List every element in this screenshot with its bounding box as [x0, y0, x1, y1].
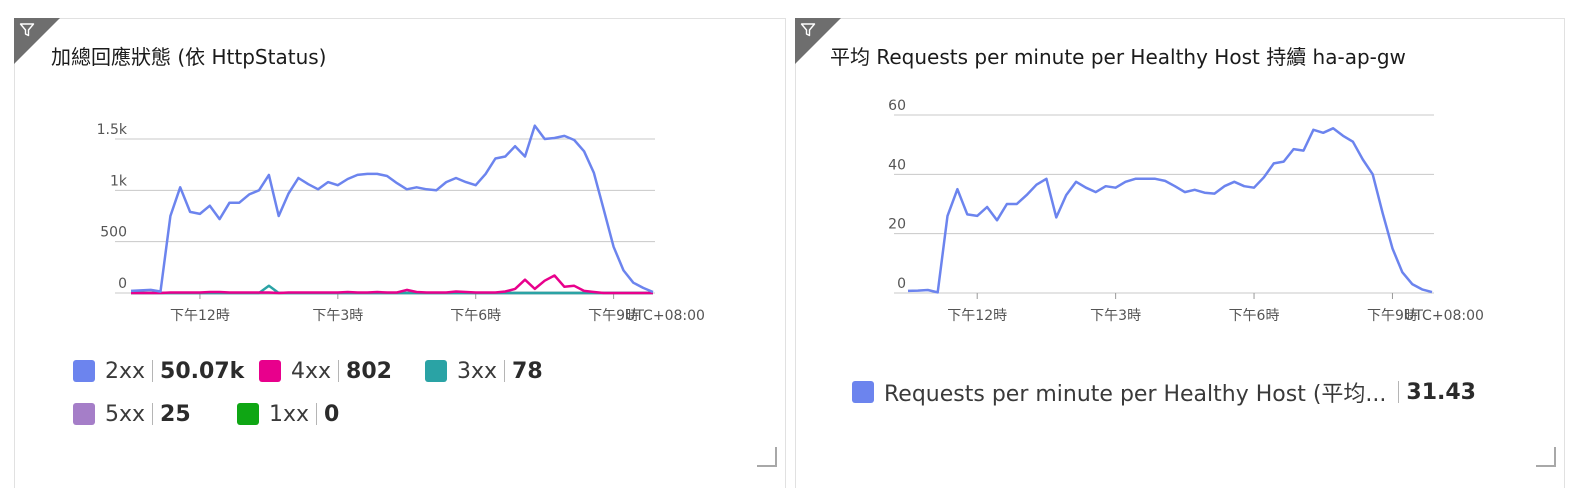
- legend-item-3xx[interactable]: 3xx 78: [425, 356, 543, 386]
- legend-swatch: [237, 403, 259, 425]
- x-tick-label: 下午6時: [450, 308, 501, 324]
- y-tick-label: 0: [897, 276, 906, 292]
- resize-handle-icon[interactable]: [757, 447, 777, 467]
- y-tick-label: 20: [888, 217, 906, 233]
- legend-swatch: [73, 360, 95, 382]
- x-tick-label: 下午12時: [947, 308, 1007, 324]
- legend-swatch: [259, 360, 281, 382]
- legend-item-5xx[interactable]: 5xx 25: [73, 399, 191, 429]
- legend-swatch: [852, 381, 874, 403]
- response-status-chart[interactable]: 05001k1.5k下午12時 下午3時 下午6時 下午9時UTC+08:00: [15, 19, 787, 349]
- legend-name: 3xx: [457, 358, 498, 384]
- y-tick-label: 60: [888, 98, 906, 114]
- legend-separator: [1398, 381, 1400, 403]
- legend-separator: [152, 403, 154, 425]
- legend-item-requests-per-host[interactable]: Requests per minute per Healthy Host (平均…: [852, 377, 1476, 407]
- legend-value: 0: [324, 401, 340, 427]
- legend-name: 2xx: [105, 358, 146, 384]
- legend-name: 4xx: [291, 358, 332, 384]
- legend-value: 802: [346, 358, 392, 384]
- legend-value: 25: [160, 401, 191, 427]
- requests-per-host-chart[interactable]: 0204060下午12時 下午3時 下午6時 下午9時UTC+08:00: [796, 19, 1566, 349]
- resize-handle-icon[interactable]: [1536, 447, 1556, 467]
- legend-swatch: [425, 360, 447, 382]
- y-tick-label: 500: [100, 225, 127, 241]
- legend-swatch: [73, 403, 95, 425]
- series-line-4xx[interactable]: [131, 274, 653, 295]
- x-tick-label: 下午12時: [170, 308, 230, 324]
- series-line-2xx[interactable]: [130, 124, 654, 294]
- y-tick-label: 1.5k: [97, 122, 128, 138]
- timezone-label: UTC+08:00: [1404, 308, 1484, 324]
- legend-value: 50.07k: [160, 358, 245, 384]
- x-tick-label: 下午3時: [1090, 308, 1141, 324]
- legend-item-1xx[interactable]: 1xx 0: [237, 399, 339, 429]
- y-tick-label: 40: [888, 157, 906, 173]
- response-status-tile[interactable]: 加總回應狀態 (依 HttpStatus) 0 500 1k 1.5k 下午12時 下午3…: [14, 18, 786, 488]
- legend-name: 1xx: [269, 401, 310, 427]
- legend-name: 5xx: [105, 401, 146, 427]
- legend-separator: [316, 403, 318, 425]
- y-tick-label: 1k: [110, 173, 128, 189]
- timezone-label: UTC+08:00: [625, 308, 705, 324]
- legend-value: 31.43: [1406, 379, 1476, 405]
- legend-separator: [152, 360, 154, 382]
- legend-item-4xx[interactable]: 4xx 802: [259, 356, 392, 386]
- series-line-requests-per-minute-per-healthy-host-[interactable]: [907, 127, 1433, 294]
- requests-per-host-tile[interactable]: 平均 Requests per minute per Healthy Host …: [795, 18, 1565, 488]
- legend-separator: [338, 360, 340, 382]
- legend-item-2xx[interactable]: 2xx 50.07k: [73, 356, 244, 386]
- x-tick-label: 下午6時: [1229, 308, 1280, 324]
- legend-separator: [504, 360, 506, 382]
- legend-value: 78: [512, 358, 543, 384]
- legend-name: Requests per minute per Healthy Host (平均…: [884, 382, 1387, 407]
- y-tick-label: 0: [118, 276, 127, 292]
- x-tick-label: 下午3時: [312, 308, 363, 324]
